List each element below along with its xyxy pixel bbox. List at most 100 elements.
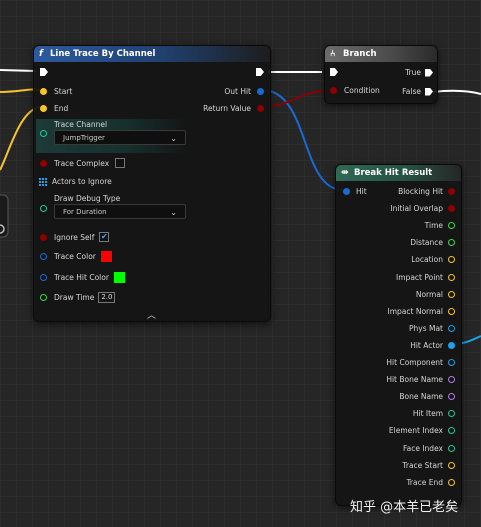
- end-label: End: [54, 104, 69, 113]
- return-value-pin[interactable]: Return Value: [203, 104, 264, 113]
- hit-output-pin[interactable]: Impact Point: [396, 273, 455, 282]
- hit-output-label: Normal: [415, 289, 443, 299]
- end-pin[interactable]: End: [40, 104, 68, 113]
- exec-in-pin[interactable]: [40, 68, 48, 76]
- actors-to-ignore-label: Actors to Ignore: [52, 177, 112, 186]
- function-icon: f: [39, 49, 43, 59]
- trace-color-pin[interactable]: Trace Color: [40, 251, 112, 262]
- line-trace-header[interactable]: f Line Trace By Channel: [34, 46, 270, 62]
- pin-type-icon: [448, 222, 455, 230]
- ignore-self-pin[interactable]: Ignore Self ✔: [40, 232, 110, 242]
- pin-type-icon: [448, 461, 455, 469]
- actors-to-ignore-pin[interactable]: Actors to Ignore: [39, 177, 112, 186]
- expand-arrow-icon[interactable]: ︿: [147, 308, 156, 321]
- branch-node[interactable]: ⑃ Branch Condition True False: [324, 45, 438, 104]
- draw-debug-type-pin[interactable]: [40, 205, 47, 212]
- hit-output-label: Face Index: [403, 443, 443, 453]
- exec-out-pin[interactable]: [256, 68, 264, 76]
- watermark-text: 知乎 @本羊已老矣: [350, 500, 459, 515]
- hit-output-pin[interactable]: Impact Normal: [388, 307, 455, 316]
- hit-output-pin[interactable]: Initial Overlap: [390, 204, 455, 213]
- hit-output-label: Impact Point: [396, 272, 443, 282]
- pin-type-icon: [448, 273, 455, 281]
- pin-type-icon: [448, 427, 455, 435]
- bool-pin-icon: [40, 159, 47, 167]
- hit-output-label: Initial Overlap: [390, 204, 443, 214]
- trace-channel-pin[interactable]: [40, 130, 47, 137]
- hit-output-pin[interactable]: Face Index: [403, 444, 455, 453]
- start-pin[interactable]: Start: [40, 87, 72, 96]
- break-hit-result-node[interactable]: ⇹ Break Hit Result Hit Blocking Hit Initi…: [335, 164, 462, 506]
- hit-output-label: Time: [424, 221, 443, 231]
- hit-output-pin[interactable]: Phys Mat: [409, 324, 455, 333]
- hit-output-pin[interactable]: Element Index: [389, 426, 455, 435]
- trace-channel-value: JumpTrigger: [63, 134, 105, 142]
- start-label: Start: [54, 87, 73, 96]
- pin-type-icon: [448, 444, 455, 452]
- hit-output-label: Hit Bone Name: [386, 375, 443, 385]
- trace-complex-checkbox[interactable]: [115, 158, 126, 168]
- hit-output-pin[interactable]: Hit Actor: [410, 341, 455, 350]
- condition-pin[interactable]: Condition: [330, 86, 380, 95]
- pin-type-icon: [448, 239, 455, 247]
- hit-output-label: Impact Normal: [387, 306, 443, 316]
- struct-pin-icon: [40, 274, 47, 281]
- out-hit-pin[interactable]: Out Hit: [224, 87, 264, 96]
- hit-output-pin[interactable]: Hit Item: [413, 409, 455, 418]
- hit-input-pin[interactable]: Hit: [343, 187, 367, 196]
- draw-debug-type-dropdown[interactable]: For Duration ⌄: [54, 204, 186, 219]
- false-label: False: [402, 87, 421, 96]
- vector-pin-icon: [40, 88, 47, 95]
- array-pin-icon: [39, 177, 47, 186]
- draw-time-input[interactable]: 2.0: [98, 292, 116, 303]
- pin-type-icon: [448, 205, 455, 213]
- hit-output-label: Phys Mat: [408, 323, 443, 333]
- hit-output-pin[interactable]: Bone Name: [399, 392, 455, 401]
- hit-output-pin[interactable]: Hit Bone Name: [386, 375, 455, 384]
- pin-type-icon: [448, 478, 455, 486]
- return-value-label: Return Value: [203, 104, 251, 113]
- branch-icon: ⑃: [330, 49, 336, 59]
- hit-output-label: Hit Item: [412, 409, 443, 419]
- line-trace-title: Line Trace By Channel: [50, 49, 156, 59]
- hit-output-label: Trace End: [406, 477, 443, 487]
- pin-type-icon: [448, 359, 455, 366]
- exec-wire-false: [432, 89, 481, 95]
- struct-pin-icon: [343, 188, 350, 195]
- trace-hit-color-swatch[interactable]: [113, 272, 125, 283]
- pin-type-icon: [448, 188, 455, 195]
- branch-header[interactable]: ⑃ Branch: [325, 46, 437, 62]
- hit-output-pin[interactable]: Location: [411, 255, 455, 264]
- trace-channel-dropdown[interactable]: JumpTrigger ⌄: [54, 130, 186, 145]
- hit-output-pin[interactable]: Blocking Hit: [398, 187, 455, 196]
- hit-output-label: Trace Start: [402, 460, 443, 470]
- break-hit-header[interactable]: ⇹ Break Hit Result: [336, 165, 461, 181]
- hit-output-label: Hit Component: [386, 358, 443, 367]
- trace-complex-pin[interactable]: Trace Complex: [40, 158, 126, 168]
- branch-exec-in-pin[interactable]: [330, 68, 338, 76]
- hit-output-label: Blocking Hit: [398, 187, 443, 196]
- true-pin[interactable]: True: [405, 68, 433, 77]
- byte-pin-icon: [40, 130, 47, 137]
- bool-pin-icon: [257, 105, 264, 112]
- hit-output-pin[interactable]: Trace End: [406, 478, 455, 487]
- line-trace-node[interactable]: f Line Trace By Channel Start End Out Hi…: [33, 45, 271, 322]
- struct-pin-icon: [40, 253, 47, 260]
- draw-time-pin[interactable]: Draw Time 2.0: [40, 292, 116, 303]
- trace-complex-label: Trace Complex: [54, 158, 110, 168]
- false-pin[interactable]: False: [402, 87, 433, 96]
- chevron-down-icon: ⌄: [170, 208, 177, 217]
- hit-output-pin[interactable]: Time: [425, 221, 455, 230]
- condition-label: Condition: [344, 86, 380, 95]
- hit-output-pin[interactable]: Normal: [416, 290, 455, 299]
- ignore-self-checkbox[interactable]: ✔: [99, 232, 110, 242]
- trace-hit-color-pin[interactable]: Trace Hit Color: [40, 272, 125, 283]
- hit-output-label: Location: [411, 255, 443, 265]
- true-label: True: [405, 68, 421, 77]
- trace-color-swatch[interactable]: [100, 251, 112, 262]
- hit-output-pin[interactable]: Hit Component: [386, 358, 455, 367]
- hit-label: Hit: [356, 187, 367, 196]
- pin-type-icon: [448, 393, 455, 401]
- hit-output-pin[interactable]: Trace Start: [402, 461, 455, 470]
- hit-output-pin[interactable]: Distance: [410, 238, 455, 247]
